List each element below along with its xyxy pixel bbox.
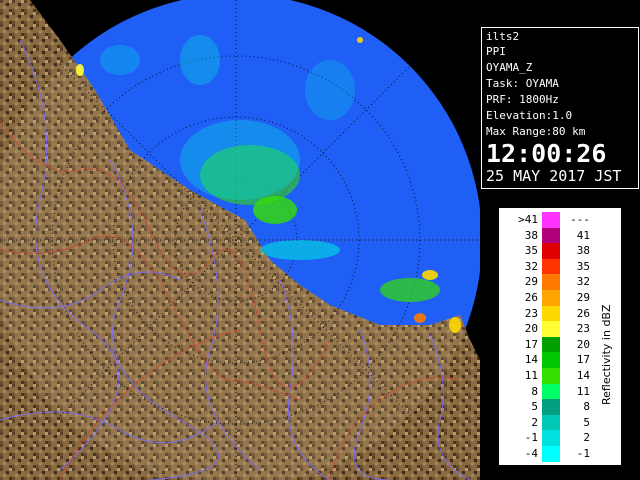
legend-row: 32 35 — [500, 258, 592, 275]
legend-low-value: -4 — [524, 447, 538, 460]
legend-high-value: --- — [570, 213, 590, 226]
legend-color-swatch — [542, 352, 560, 368]
site-label: ilts2 — [486, 30, 520, 43]
legend-low-value: 8 — [531, 384, 538, 398]
legend-color-swatch — [542, 290, 560, 306]
task-label: Task: OYAMA — [486, 77, 559, 90]
legend-high-value: 29 — [576, 291, 590, 304]
legend-row: 35 38 — [500, 243, 592, 259]
legend-low-value: 14 — [524, 353, 538, 367]
legend-row: 26 29 — [500, 290, 592, 306]
reflectivity-legend: >41 --- 38 41 35 38 32 35 29 32 26 29 23 26 20 23 17 20 14… — [499, 208, 621, 465]
legend-high-value: 5 — [583, 415, 590, 429]
legend-high-value: 41 — [576, 228, 590, 242]
legend-row: 14 17 — [500, 352, 592, 368]
legend-color-swatch — [542, 258, 560, 275]
legend-low-value: 29 — [524, 275, 538, 289]
legend-color-swatch — [542, 368, 560, 384]
legend-high-value: 38 — [576, 244, 590, 258]
legend-high-value: 2 — [583, 431, 590, 445]
legend-color-swatch — [542, 446, 560, 462]
legend-color-swatch — [542, 414, 560, 431]
legend-low-value: 17 — [524, 337, 538, 351]
legend-row: 11 14 — [500, 368, 592, 384]
legend-high-value: 23 — [576, 322, 590, 336]
legend-row: 20 23 — [500, 321, 592, 337]
legend-low-value: 11 — [524, 369, 538, 382]
legend-row: 58 — [500, 399, 592, 415]
legend-high-value: 35 — [576, 259, 590, 273]
legend-low-value: 26 — [524, 291, 538, 304]
legend-low-value: 5 — [531, 400, 538, 414]
info-panel: ilts2 PPI OYAMA_Z Task: OYAMA PRF: 1800H… — [481, 27, 639, 189]
max-range-label: Max Range:80 km — [486, 125, 586, 138]
legend-high-value: 11 — [576, 384, 590, 398]
legend-low-value: >41 — [518, 213, 538, 226]
legend-low-value: -1 — [524, 431, 538, 445]
legend-color-swatch — [542, 383, 560, 400]
legend-high-value: 14 — [576, 369, 590, 382]
legend-color-swatch — [542, 227, 560, 244]
legend-row: 17 20 — [500, 336, 592, 353]
legend-title-text: Reflectivity in dBZ — [600, 304, 613, 405]
legend-title: Reflectivity in dBZ — [600, 304, 613, 405]
legend-high-value: 32 — [576, 275, 590, 289]
prf-label: PRF: 1800Hz — [486, 93, 559, 106]
legend-low-value: 20 — [524, 322, 538, 336]
legend-high-value: 20 — [576, 337, 590, 351]
legend-color-swatch — [542, 212, 560, 228]
legend-color-swatch — [542, 274, 560, 290]
elevation-label: Elevation:1.0 — [486, 109, 573, 122]
legend-low-value: 23 — [524, 306, 538, 320]
legend-row: 25 — [500, 414, 592, 431]
legend-low-value: 38 — [524, 228, 538, 242]
legend-row: -4 -1 — [500, 446, 592, 462]
time-label: 12:00:26 — [486, 139, 607, 168]
legend-color-swatch — [542, 321, 560, 337]
legend-row: 29 32 — [500, 274, 592, 290]
legend-high-value: -1 — [576, 447, 590, 460]
legend-low-value: 32 — [524, 259, 538, 273]
legend-row: 23 26 — [500, 305, 592, 322]
legend-high-value: 17 — [576, 353, 590, 367]
legend-high-value: 26 — [576, 306, 590, 320]
legend-color-swatch — [542, 336, 560, 353]
product-label: PPI — [486, 45, 506, 58]
legend-row: >41 --- — [500, 212, 592, 228]
legend-row: 38 41 — [500, 227, 592, 244]
legend-low-value: 2 — [531, 415, 538, 429]
legend-color-swatch — [542, 305, 560, 322]
legend-row: -1 2 — [500, 430, 592, 446]
legend-color-swatch — [542, 430, 560, 446]
legend-low-value: 35 — [524, 244, 538, 258]
legend-row: 8 11 — [500, 383, 592, 400]
date-label: 25 MAY 2017 JST — [486, 167, 622, 185]
radar-ppi-display — [0, 0, 480, 480]
legend-color-swatch — [542, 243, 560, 259]
legend-high-value: 8 — [583, 400, 590, 414]
legend-color-swatch — [542, 399, 560, 415]
product-name-label: OYAMA_Z — [486, 61, 533, 74]
